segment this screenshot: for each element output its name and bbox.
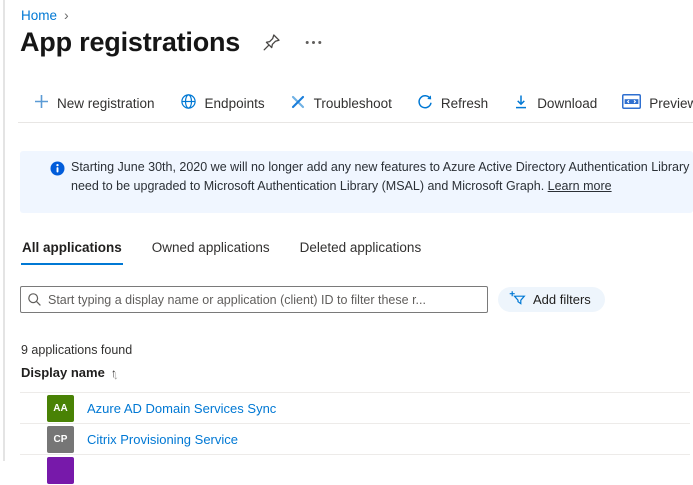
add-filters-label: Add filters (533, 292, 591, 307)
download-button[interactable]: Download (513, 94, 597, 113)
tab-deleted-applications[interactable]: Deleted applications (299, 240, 423, 265)
column-header-display-name[interactable]: Display name ↑ ↓ (21, 365, 119, 380)
chevron-right-icon: › (64, 7, 69, 23)
refresh-button[interactable]: Refresh (417, 94, 488, 113)
command-bar: New registration Endpoints Troubleshoot … (34, 93, 693, 113)
toolbar-label: Preview features (649, 96, 693, 111)
tab-bar: All applications Owned applications Dele… (21, 240, 422, 265)
info-banner: Starting June 30th, 2020 we will no long… (20, 151, 693, 213)
avatar: CP (47, 426, 74, 453)
applications-list: AA Azure AD Domain Services Sync CP Citr… (20, 392, 690, 485)
info-icon (50, 161, 65, 181)
table-row[interactable]: AA Azure AD Domain Services Sync (20, 392, 690, 423)
add-filters-button[interactable]: Add filters (498, 287, 605, 312)
pin-icon[interactable] (260, 31, 283, 54)
learn-more-link[interactable]: Learn more (548, 179, 612, 193)
page-header: App registrations (20, 27, 324, 58)
column-header-label: Display name (21, 365, 105, 380)
preview-features-button[interactable]: Preview features (622, 94, 693, 112)
sort-descending-icon: ↓ (113, 368, 119, 382)
banner-line1: Starting June 30th, 2020 we will no long… (71, 158, 693, 177)
plus-icon (34, 94, 49, 112)
toolbar-label: Refresh (441, 96, 488, 111)
avatar (47, 457, 74, 484)
refresh-icon (417, 94, 433, 113)
breadcrumb: Home › (21, 7, 69, 23)
avatar: AA (47, 395, 74, 422)
toolbar-label: Troubleshoot (314, 96, 392, 111)
app-name-link[interactable]: Citrix Provisioning Service (87, 424, 238, 455)
search-input[interactable] (20, 286, 488, 313)
filter-add-icon (509, 290, 526, 309)
endpoints-button[interactable]: Endpoints (180, 93, 265, 113)
search-box (20, 286, 488, 313)
new-registration-button[interactable]: New registration (34, 94, 155, 112)
toolbar-divider (18, 122, 693, 123)
banner-line2: need to be upgraded to Microsoft Authent… (71, 177, 693, 196)
toolbar-label: Download (537, 96, 597, 111)
pane-left-border (3, 0, 5, 461)
banner-text: Starting June 30th, 2020 we will no long… (71, 158, 693, 196)
tab-owned-applications[interactable]: Owned applications (151, 240, 271, 265)
preview-window-icon (622, 94, 641, 112)
more-options-icon[interactable] (303, 38, 324, 47)
table-row[interactable] (20, 454, 690, 485)
results-count: 9 applications found (21, 343, 132, 357)
toolbar-label: Endpoints (205, 96, 265, 111)
search-icon (27, 292, 42, 307)
download-icon (513, 94, 529, 113)
tools-icon (290, 94, 306, 113)
table-row[interactable]: CP Citrix Provisioning Service (20, 423, 690, 454)
troubleshoot-button[interactable]: Troubleshoot (290, 94, 392, 113)
toolbar-label: New registration (57, 96, 155, 111)
page-title: App registrations (20, 27, 240, 58)
tab-all-applications[interactable]: All applications (21, 240, 123, 265)
breadcrumb-home-link[interactable]: Home (21, 8, 57, 23)
globe-icon (180, 93, 197, 113)
app-name-link[interactable]: Azure AD Domain Services Sync (87, 393, 276, 424)
